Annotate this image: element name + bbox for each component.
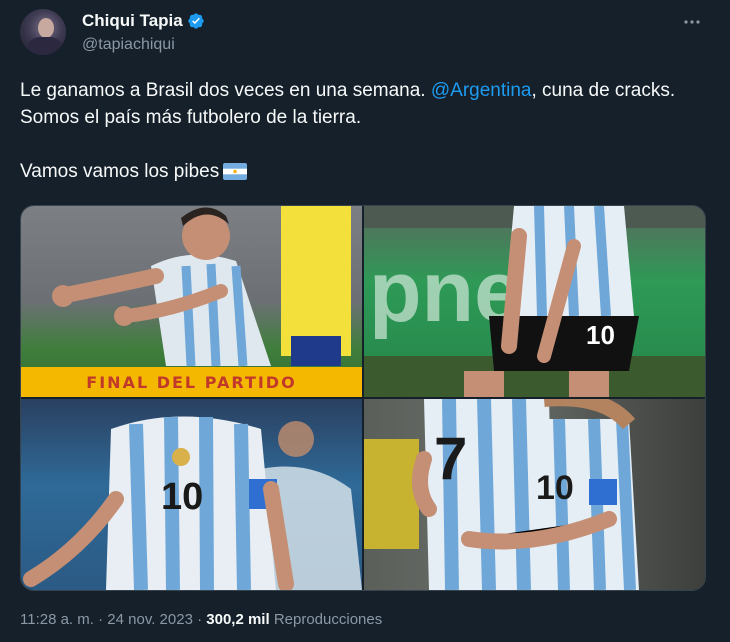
- players-hugging-graphic: 7 10: [364, 399, 639, 590]
- more-options-icon[interactable]: [682, 12, 702, 32]
- tweet-text: Le ganamos a Brasil dos veces en una sem…: [20, 77, 700, 185]
- verified-badge-icon: [188, 13, 204, 29]
- media-grid: FINAL DEL PARTIDO pne 10 10 7 10: [20, 205, 706, 591]
- tweet-second-line: Vamos vamos los pibes: [20, 161, 220, 182]
- banner-text: FINAL DEL PARTIDO: [86, 372, 297, 392]
- photo-4[interactable]: 7 10: [364, 399, 705, 590]
- meta-separator: ·: [98, 611, 104, 628]
- mention-link-argentina[interactable]: @Argentina: [431, 80, 532, 101]
- author-name-row: Chiqui Tapia: [82, 11, 205, 31]
- avatar-body: [28, 37, 62, 55]
- tweet-text-part-1: Le ganamos a Brasil dos veces en una sem…: [20, 80, 431, 101]
- photo-3[interactable]: 10: [21, 399, 362, 590]
- jersey-number-seven: 7: [434, 425, 467, 492]
- argentina-flag-emoji: [223, 163, 248, 180]
- author-handle[interactable]: @tapiachiqui: [82, 36, 175, 54]
- views-count: 300,2 mil: [206, 611, 270, 628]
- photo-1[interactable]: FINAL DEL PARTIDO: [21, 206, 362, 397]
- views-label: Reproducciones: [273, 611, 383, 628]
- player-shouting-graphic: 10: [23, 416, 362, 590]
- tweet-time[interactable]: 11:28 a. m.: [20, 611, 94, 628]
- jersey-number-ten: 10: [536, 469, 574, 507]
- meta-separator: ·: [197, 611, 203, 628]
- avatar[interactable]: [20, 9, 66, 55]
- tweet-paragraph-2: Vamos vamos los pibes: [20, 158, 700, 185]
- avatar-face: [38, 18, 54, 38]
- player-number-10-graphic: pne 10: [364, 206, 705, 397]
- shorts-number: 10: [586, 320, 615, 350]
- author-display-name[interactable]: Chiqui Tapia: [82, 11, 183, 31]
- tweet-date[interactable]: 24 nov. 2023: [107, 611, 193, 628]
- jersey-number-front: 10: [161, 476, 203, 518]
- photo-2[interactable]: pne 10: [364, 206, 705, 397]
- final-del-partido-banner: FINAL DEL PARTIDO: [21, 367, 362, 397]
- tweet-meta: 11:28 a. m. · 24 nov. 2023 · 300,2 mil R…: [20, 611, 382, 628]
- tweet-paragraph-1: Le ganamos a Brasil dos veces en una sem…: [20, 77, 700, 131]
